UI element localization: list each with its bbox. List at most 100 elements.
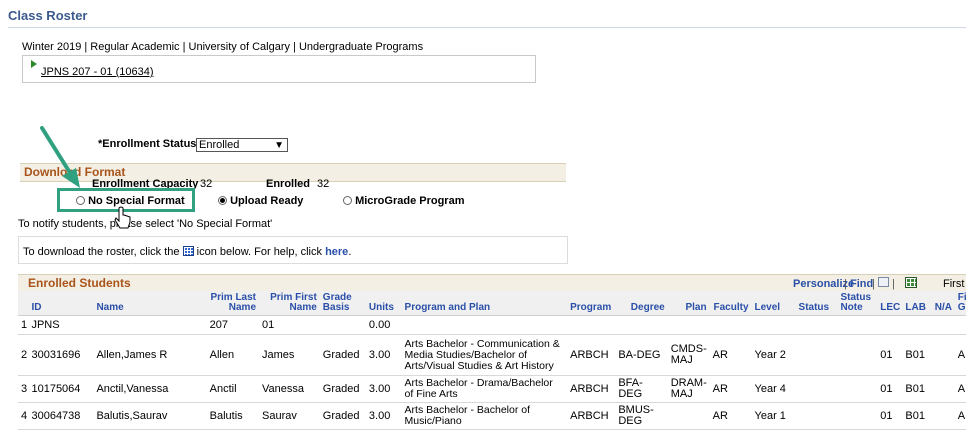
cell xyxy=(931,315,955,335)
cell: Balutis,Saurav xyxy=(93,402,207,430)
cell xyxy=(319,315,366,335)
table-row: 2 30031696 Allen,James R Allen James Gra… xyxy=(18,334,966,376)
cell: Allen,James R xyxy=(93,334,207,376)
cell: Balutis xyxy=(206,402,260,430)
cell: 2 xyxy=(18,334,29,376)
cell xyxy=(931,334,955,376)
find-link[interactable]: Find xyxy=(850,278,873,290)
cell xyxy=(877,315,903,335)
cell xyxy=(954,315,966,335)
cell: 01 xyxy=(877,375,903,403)
cell xyxy=(709,315,752,335)
col-status-note[interactable]: Status Note xyxy=(837,291,878,316)
enrollment-status-select[interactable]: Enrolled ▼ xyxy=(196,138,288,152)
col-lab[interactable]: LAB xyxy=(902,291,932,316)
roster-table: ID Name Prim Last Name Prim First Name G… xyxy=(18,291,966,430)
cell: 3.00 xyxy=(365,375,402,403)
cell: DRAM-MAJ xyxy=(667,375,710,403)
col-status[interactable]: Status xyxy=(795,291,838,316)
col-program-and-plan[interactable]: Program and Plan xyxy=(401,291,568,316)
cell: B01 xyxy=(902,402,932,430)
col-name[interactable]: Name xyxy=(93,291,207,316)
col-program[interactable]: Program xyxy=(567,291,616,316)
cell: ARBCH xyxy=(567,375,616,403)
download-instructions-box: To download the roster, click the icon b… xyxy=(18,236,568,264)
period: . xyxy=(348,246,352,258)
download-spreadsheet-icon[interactable] xyxy=(905,277,917,288)
cell: 0.00 xyxy=(365,315,402,335)
col-id[interactable]: ID xyxy=(28,291,94,316)
col-rownum xyxy=(18,291,29,316)
separator: | xyxy=(892,278,895,290)
cell: 4 xyxy=(18,402,29,430)
cell xyxy=(931,402,955,430)
cell xyxy=(93,315,207,335)
cell xyxy=(567,315,616,335)
cell xyxy=(931,375,955,403)
cell xyxy=(837,334,878,376)
cell: ARBCH xyxy=(567,402,616,430)
annotation-arrow-icon xyxy=(40,126,80,188)
enrolled-students-title: Enrolled Students xyxy=(28,276,131,290)
cell: Arts Bachelor - Bachelor of Music/Piano xyxy=(401,402,568,430)
table-row: 3 10175064 Anctil,Vanessa Anctil Vanessa… xyxy=(18,375,966,403)
cell xyxy=(902,315,932,335)
col-na[interactable]: N/A xyxy=(931,291,955,316)
help-link[interactable]: here xyxy=(325,246,348,258)
col-units[interactable]: Units xyxy=(365,291,402,316)
cell xyxy=(667,315,710,335)
cell: BA-DEG xyxy=(615,334,668,376)
cell: 10175064 xyxy=(28,375,94,403)
cell: 30064738 xyxy=(28,402,94,430)
cell: B01 xyxy=(902,334,932,376)
col-final-grade[interactable]: Final Grade xyxy=(954,291,966,316)
enrolled-value: 32 xyxy=(317,178,330,190)
cell: Arts Bachelor - Communication & Media St… xyxy=(401,334,568,376)
cell: 3.00 xyxy=(365,334,402,376)
table-row: 4 30064738 Balutis,Saurav Balutis Saurav… xyxy=(18,402,966,430)
cell: CMDS-MAJ xyxy=(667,334,710,376)
cell xyxy=(795,315,838,335)
radio-micrograde-program[interactable]: MicroGrade Program xyxy=(343,195,464,207)
first-link[interactable]: First xyxy=(943,278,964,290)
cell: Allen xyxy=(206,334,260,376)
radio-label: Upload Ready xyxy=(230,195,304,207)
download-text-before: To download the roster, click the xyxy=(23,246,180,258)
cell: 01 xyxy=(259,315,320,335)
cell xyxy=(795,402,838,430)
cell: A xyxy=(954,375,966,403)
col-lec[interactable]: LEC xyxy=(877,291,903,316)
col-grade-basis[interactable]: Grade Basis xyxy=(319,291,366,316)
radio-icon[interactable] xyxy=(343,196,352,205)
cell: 3 xyxy=(18,375,29,403)
cell: A xyxy=(954,334,966,376)
col-degree[interactable]: Degree xyxy=(615,291,668,316)
enrollment-status-value: Enrolled xyxy=(199,139,240,151)
col-level[interactable]: Level xyxy=(751,291,796,316)
radio-upload-ready[interactable]: Upload Ready xyxy=(218,195,303,207)
cell xyxy=(667,402,710,430)
cell: 01 xyxy=(877,402,903,430)
cell: AR xyxy=(709,334,752,376)
col-prim-last-name[interactable]: Prim Last Name xyxy=(206,291,260,316)
col-prim-first-name[interactable]: Prim First Name xyxy=(259,291,320,316)
col-plan[interactable]: Plan xyxy=(667,291,710,316)
cell: Graded xyxy=(319,375,366,403)
cell: Year 4 xyxy=(751,375,796,403)
cell: B01 xyxy=(902,375,932,403)
chevron-down-icon: ▼ xyxy=(274,140,284,151)
cell: 30031696 xyxy=(28,334,94,376)
cell: James xyxy=(259,334,320,376)
cell: BMUS-DEG xyxy=(615,402,668,430)
cell: Year 2 xyxy=(751,334,796,376)
cursor-hand-icon xyxy=(114,206,131,229)
radio-selected-icon[interactable] xyxy=(218,196,227,205)
cell: ARBCH xyxy=(567,334,616,376)
col-faculty[interactable]: Faculty xyxy=(709,291,752,316)
cell: 01 xyxy=(877,334,903,376)
download-text-after: icon below. For help, click xyxy=(196,246,322,258)
cell: Vanessa xyxy=(259,375,320,403)
table-header-row: ID Name Prim Last Name Prim First Name G… xyxy=(18,291,966,316)
view-all-icon[interactable] xyxy=(878,277,889,287)
cell xyxy=(795,334,838,376)
